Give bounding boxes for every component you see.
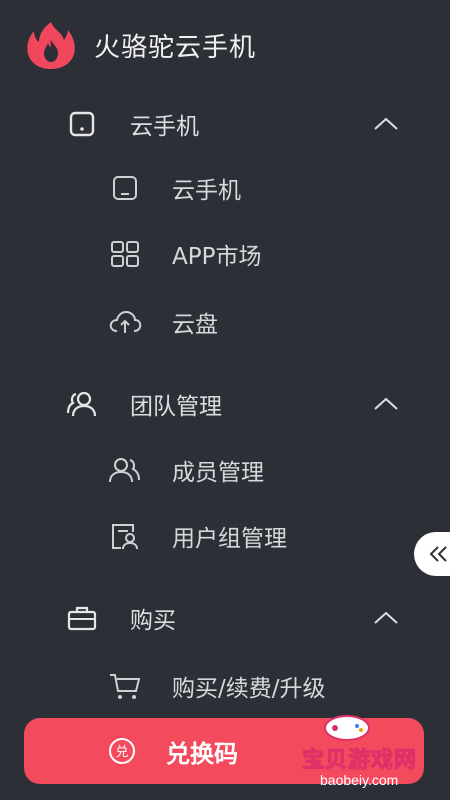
sidebar-item-label: APP市场 [172,244,262,270]
section-label: 团队管理 [130,394,222,420]
team-icon [66,388,98,420]
sidebar-item-label: 成员管理 [172,460,264,486]
gamepad-mascot-icon [324,715,370,741]
section-label: 云手机 [130,114,199,140]
section-label: 购买 [130,608,176,634]
sidebar-item-label: 云手机 [172,178,241,204]
sidebar-item-cloud-phone[interactable]: 云手机 [108,168,241,208]
sidebar-item-cloud-drive[interactable]: 云盘 [108,302,218,342]
watermark-text: 宝贝游戏网 [301,748,418,774]
sidebar-item-user-groups[interactable]: 用户组管理 [108,516,287,556]
user-group-card-icon [108,519,142,553]
briefcase-icon [66,602,98,634]
flame-logo-icon [27,22,75,69]
sidebar-item-buy-renew-upgrade[interactable]: 购买/续费/升级 [108,666,326,706]
app-screen: 火骆驼云手机 云手机 云手机 APP市场 云盘 团队管理 成员管理 用户组管理 … [0,0,450,800]
cart-icon [108,669,142,703]
chevron-up-icon[interactable] [372,114,400,134]
sidebar-item-app-market[interactable]: APP市场 [108,234,261,274]
chevron-up-icon[interactable] [372,394,400,414]
cloud-upload-icon [108,305,142,339]
collapse-sidebar-button[interactable] [414,532,450,576]
members-icon [108,453,142,487]
phone-icon [108,171,142,205]
app-header: 火骆驼云手机 [24,18,256,72]
sidebar-item-label: 用户组管理 [172,526,287,552]
redeem-icon: 兑 [109,738,135,764]
chevron-up-icon[interactable] [372,608,400,628]
phone-box-icon [66,108,98,140]
watermark-url: baobeiy.com [320,772,399,788]
grid-apps-icon [108,237,142,271]
sidebar-item-label: 购买/续费/升级 [172,676,326,702]
sidebar-item-label: 云盘 [172,312,218,338]
section-cloud-phone[interactable]: 云手机 [66,104,406,144]
section-team-management[interactable]: 团队管理 [66,384,406,424]
app-title: 火骆驼云手机 [94,32,257,63]
double-chevron-left-icon [429,546,447,562]
section-purchase[interactable]: 购买 [66,598,406,638]
sidebar-item-members[interactable]: 成员管理 [108,450,264,490]
redeem-icon-glyph: 兑 [115,745,128,760]
watermark: 宝贝游戏网 baobeiy.com [301,708,450,794]
redeem-label: 兑换码 [166,739,238,768]
